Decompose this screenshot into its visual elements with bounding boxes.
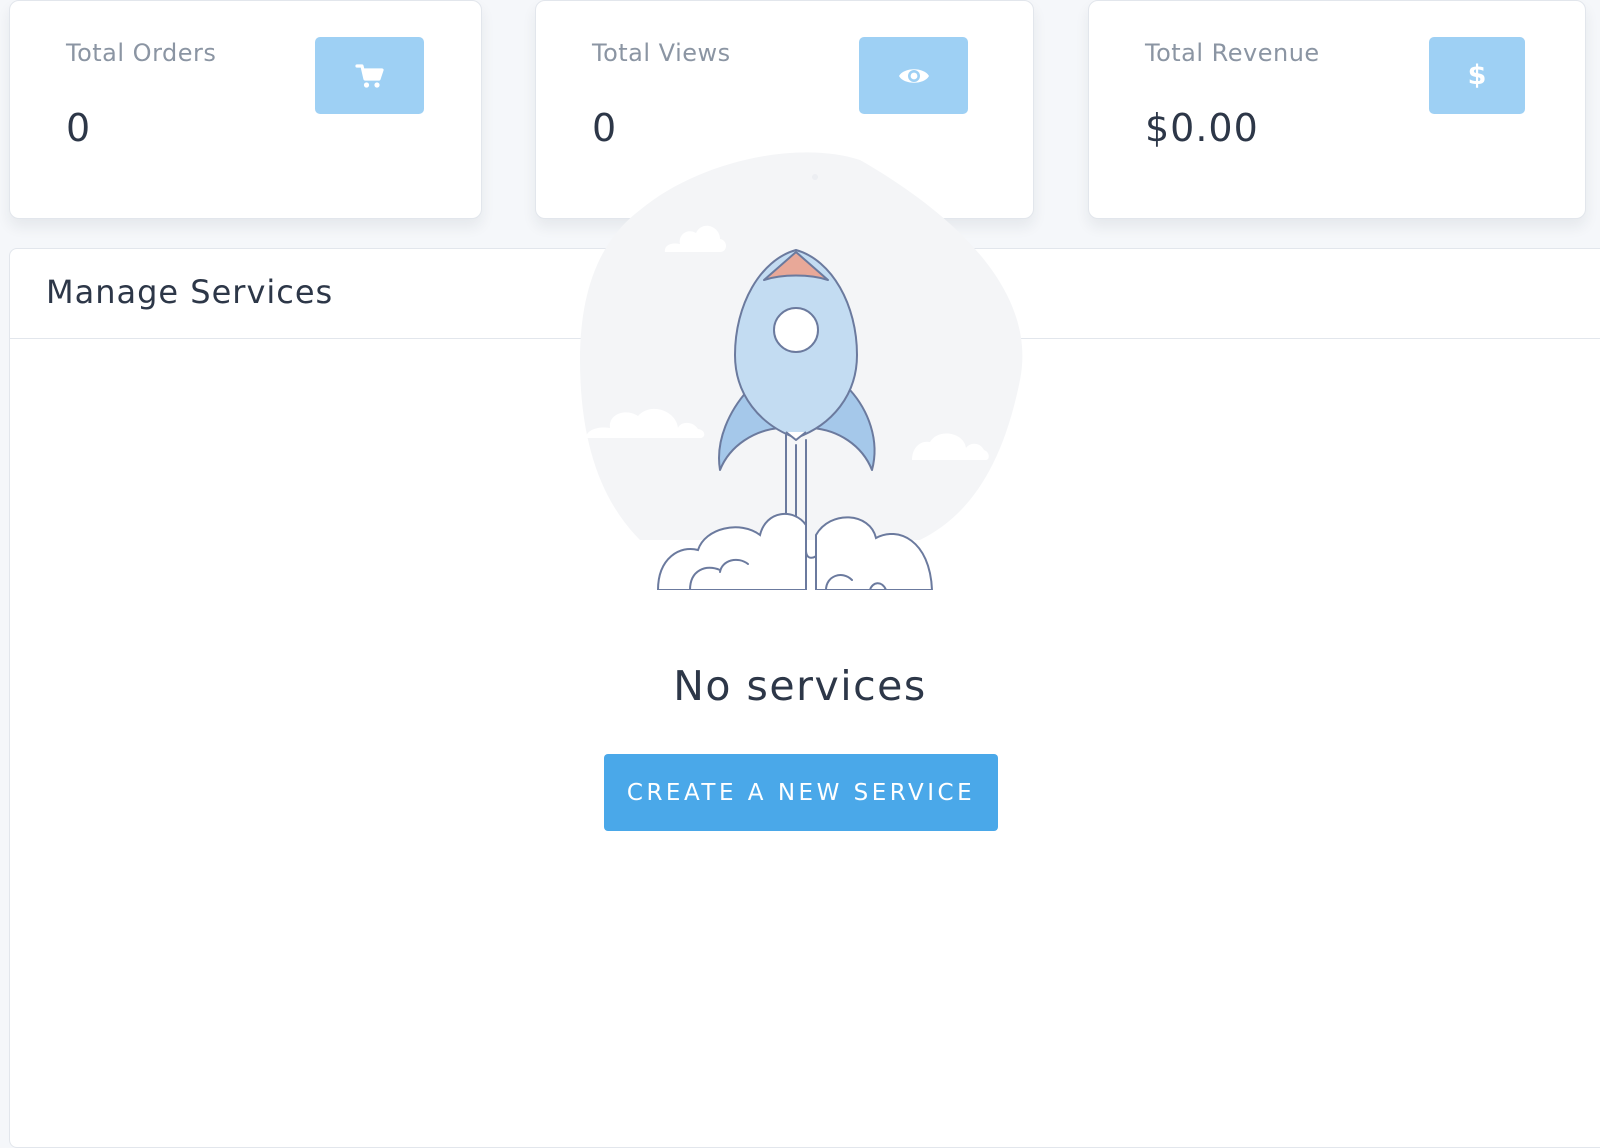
- empty-state-title: No services: [673, 662, 927, 710]
- create-service-button[interactable]: CREATE A NEW SERVICE: [604, 754, 998, 831]
- stat-value: 0: [66, 106, 92, 150]
- stat-label: Total Orders: [66, 39, 217, 67]
- stat-icon-box: [315, 37, 424, 114]
- stat-icon-box: $: [1429, 37, 1525, 114]
- dollar-icon: $: [1467, 60, 1487, 91]
- rocket-launch-illustration: [580, 152, 1023, 590]
- stat-label: Total Revenue: [1145, 39, 1320, 67]
- stat-card-total-orders: Total Orders 0: [9, 0, 482, 219]
- stat-value: $0.00: [1145, 106, 1259, 150]
- panel-title: Manage Services: [46, 273, 334, 311]
- stat-label: Total Views: [592, 39, 731, 67]
- stat-icon-box: [859, 37, 968, 114]
- stat-card-total-revenue: Total Revenue $0.00 $: [1088, 0, 1586, 219]
- eye-icon: [898, 68, 929, 83]
- shopping-cart-icon: [354, 63, 384, 88]
